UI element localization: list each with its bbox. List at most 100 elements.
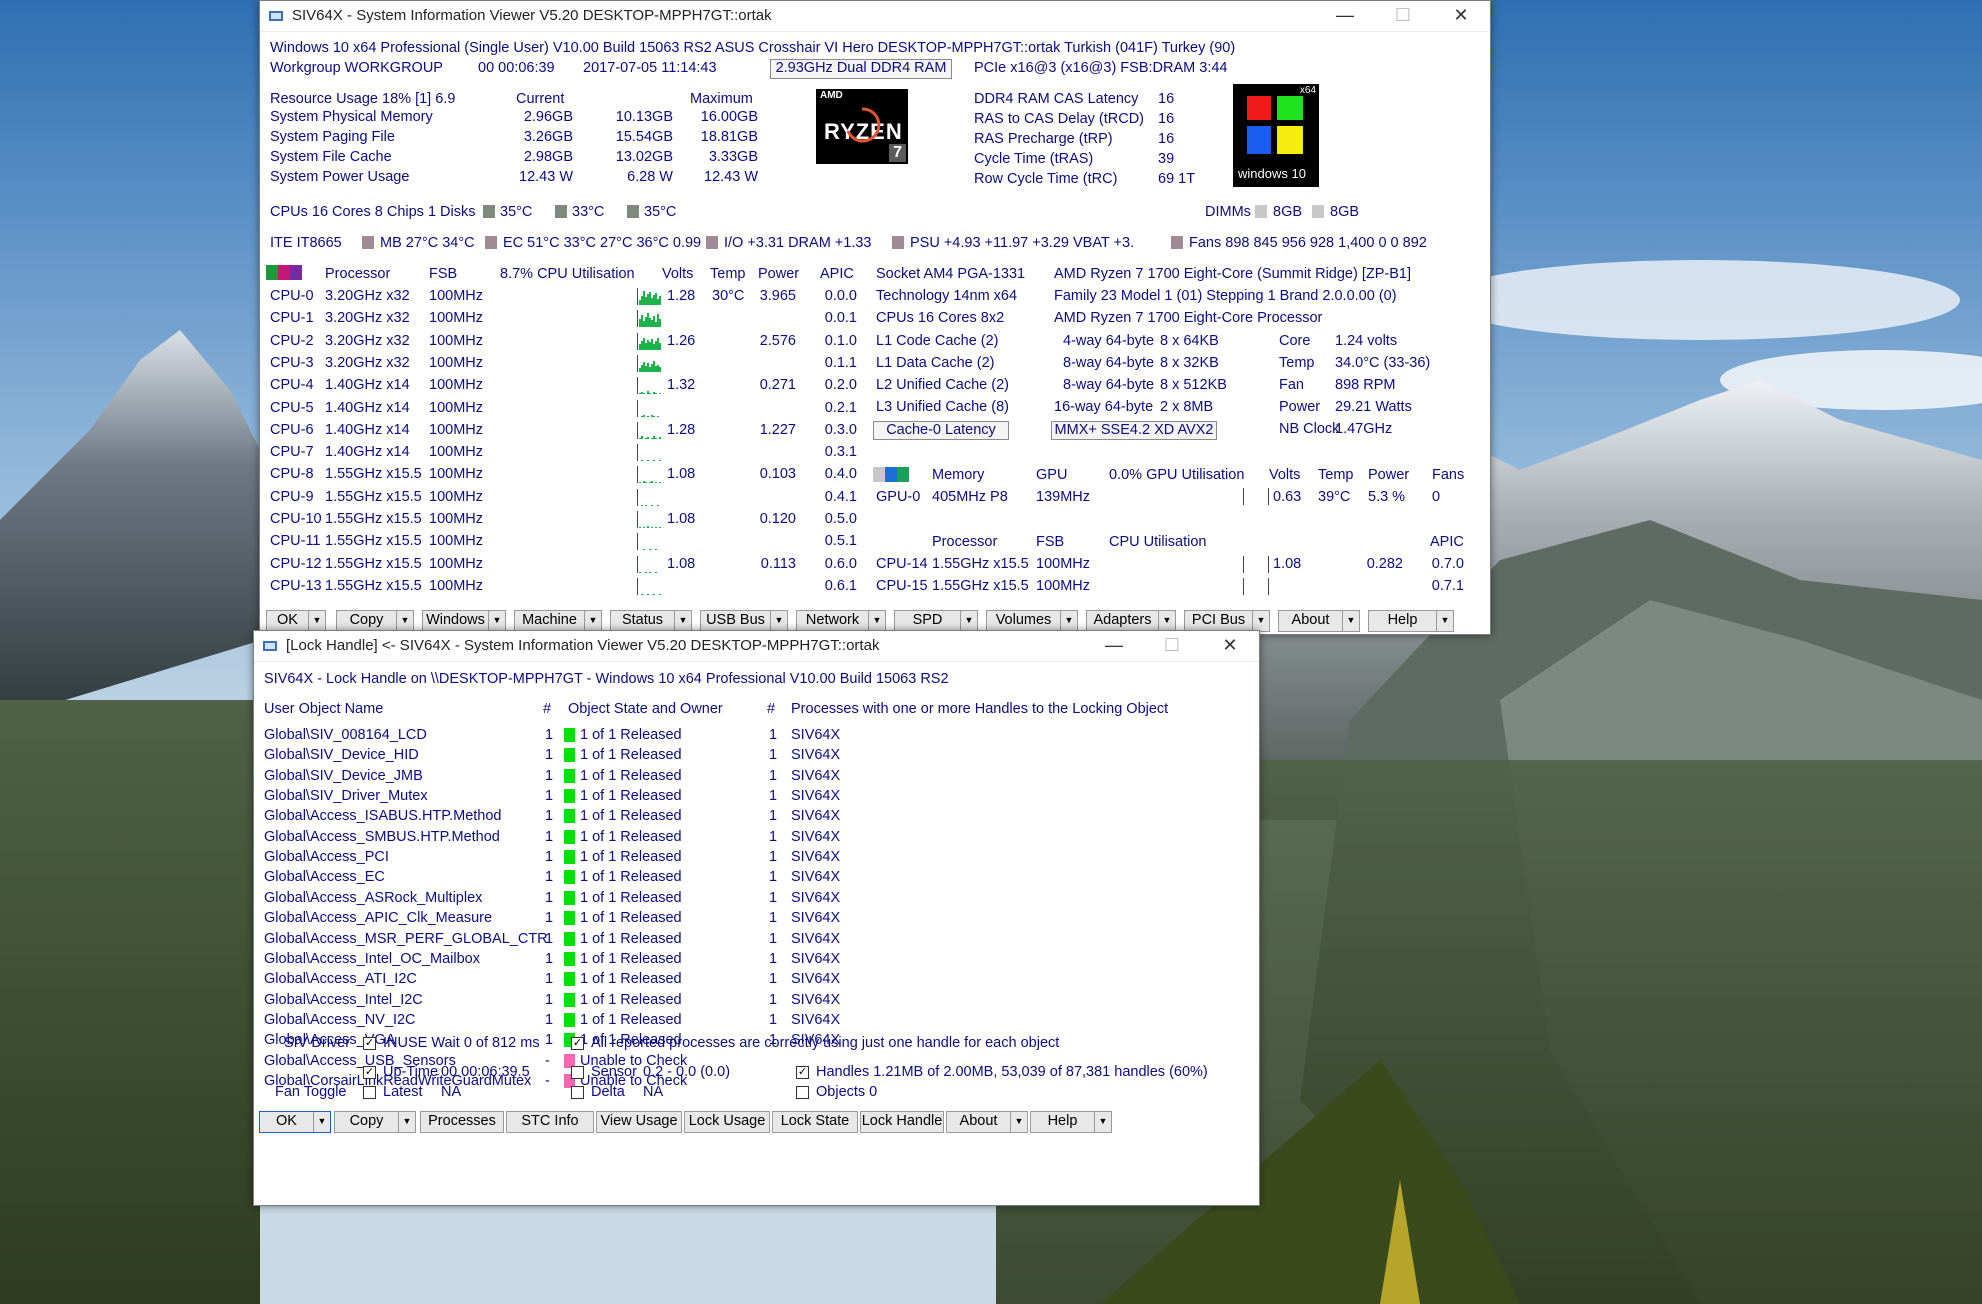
chevron-down-icon[interactable]: ▼	[396, 611, 413, 631]
gpu-col-gpu: GPU	[1036, 467, 1068, 483]
ryzen-brand: AMD	[820, 90, 843, 101]
lock-handle-window: [Lock Handle] <- SIV64X - System Informa…	[253, 630, 1260, 1206]
handles-checkbox[interactable]: ✓	[796, 1066, 809, 1079]
core-stat-name: Power	[1279, 399, 1321, 415]
status-button[interactable]: Status ▼	[610, 610, 692, 632]
help-button[interactable]: Help ▼	[1368, 610, 1454, 632]
ryzen-ring-icon	[846, 107, 881, 143]
latest-label: Latest	[383, 1084, 423, 1100]
chevron-down-icon[interactable]: ▼	[1158, 611, 1175, 631]
latest-checkbox[interactable]	[363, 1086, 376, 1099]
chevron-down-icon[interactable]: ▼	[1060, 611, 1077, 631]
maximize-button[interactable]: ☐	[1374, 1, 1432, 31]
resource-row-maximum: 12.43 W	[704, 169, 758, 185]
chevron-down-icon[interactable]: ▼	[770, 611, 787, 631]
lock-title-bar[interactable]: [Lock Handle] <- SIV64X - System Informa…	[254, 631, 1259, 662]
chevron-down-icon[interactable]: ▼	[313, 1112, 330, 1132]
cpu-row-apic: 0.0.0	[824, 288, 857, 304]
chevron-down-icon[interactable]: ▼	[584, 611, 601, 631]
lock-object-state: 1 of 1 Released	[580, 991, 682, 1008]
delta-checkbox[interactable]	[571, 1086, 584, 1099]
network-button[interactable]: Network ▼	[796, 610, 886, 632]
cpu-row-fsb: 100MHz	[429, 332, 483, 349]
cpu-row-fsb: 100MHz	[429, 444, 483, 461]
chevron-down-icon[interactable]: ▼	[398, 1112, 415, 1132]
lock-help-button[interactable]: Help ▼	[1030, 1111, 1112, 1133]
lock-about-button[interactable]: About ▼	[946, 1111, 1028, 1133]
lock-object-name: Global\Access_Intel_I2C	[264, 991, 423, 1008]
machine-button[interactable]: Machine ▼	[514, 610, 602, 632]
siv-main-window: SIV64X - System Information Viewer V5.20…	[259, 0, 1491, 635]
volumes-button[interactable]: Volumes ▼	[986, 610, 1078, 632]
uptime-checkbox[interactable]: ✓	[363, 1066, 376, 1079]
lock-object-state: 1 of 1 Released	[580, 808, 682, 825]
isa-extensions-button[interactable]: MMX+ SSE4.2 XD AVX2	[1051, 421, 1217, 440]
adapters-button[interactable]: Adapters ▼	[1086, 610, 1176, 632]
released-status-icon	[564, 1012, 575, 1027]
pci-bus-button[interactable]: PCI Bus ▼	[1184, 610, 1270, 632]
spd-button[interactable]: SPD ▼	[894, 610, 978, 632]
cpu-col-volts: Volts	[662, 266, 694, 282]
cache-associativity: 8-way 64-byte	[1063, 355, 1155, 371]
lock-object-state: 1 of 1 Released	[580, 930, 682, 947]
ok-button[interactable]: OK ▼	[266, 610, 326, 632]
chevron-down-icon[interactable]: ▼	[1436, 611, 1453, 631]
cpu-row-id: CPU-7	[270, 444, 314, 461]
close-button[interactable]: ✕	[1432, 1, 1490, 31]
copy-button[interactable]: Copy ▼	[336, 610, 414, 632]
inuse-checkbox[interactable]: ✓	[363, 1037, 376, 1050]
lock-process-name: SIV64X	[791, 930, 841, 947]
lock-process-name: SIV64X	[791, 788, 841, 805]
ram-info-button[interactable]: 2.93GHz Dual DDR4 RAM	[770, 59, 952, 79]
sensor-checkbox[interactable]	[571, 1066, 584, 1079]
chevron-down-icon[interactable]: ▼	[1342, 611, 1359, 631]
objects-checkbox[interactable]	[796, 1086, 809, 1099]
lock-lock-usage-button[interactable]: Lock Usage	[684, 1111, 770, 1133]
minimize-button[interactable]: —	[1316, 1, 1374, 31]
lock-processes-button[interactable]: Processes	[420, 1111, 504, 1133]
lock-minimize-button[interactable]: —	[1085, 631, 1143, 661]
cpu-row-apic: 0.4.1	[824, 488, 857, 505]
chevron-down-icon[interactable]: ▼	[308, 611, 325, 631]
chevron-down-icon[interactable]: ▼	[960, 611, 977, 631]
cpu-row-id: CPU-5	[270, 399, 314, 416]
cache-latency-button[interactable]: Cache-0 Latency	[873, 421, 1009, 440]
title-bar[interactable]: SIV64X - System Information Viewer V5.20…	[260, 1, 1490, 32]
win-logo-text: windows 10	[1238, 166, 1306, 181]
button-label: View Usage	[600, 1113, 678, 1129]
about-button[interactable]: About ▼	[1278, 610, 1360, 632]
cpu-row-apic: 0.2.1	[824, 399, 857, 416]
col-count: #	[543, 701, 552, 717]
cpu-load-bar	[659, 342, 661, 350]
lock-close-button[interactable]: ✕	[1201, 631, 1259, 661]
button-label: Lock State	[780, 1113, 850, 1129]
lock-process-name: SIV64X	[791, 849, 841, 866]
lock-lock-handle-button[interactable]: Lock Handle	[860, 1111, 944, 1133]
cpu-col-power: Power	[758, 266, 800, 282]
usb-bus-button[interactable]: USB Bus ▼	[700, 610, 788, 632]
fans-sensor: Fans 898 845 956 928 1,400 0 0 892	[1189, 235, 1427, 251]
cpu-row-apic: 0.0.1	[824, 310, 857, 327]
lock-ok-button[interactable]: OK ▼	[259, 1111, 331, 1133]
lock-stc-info-button[interactable]: STC Info	[506, 1111, 594, 1133]
windows-button[interactable]: Windows ▼	[422, 610, 506, 632]
chevron-down-icon[interactable]: ▼	[488, 611, 505, 631]
resource-current-header: Current	[516, 91, 565, 107]
chevron-down-icon[interactable]: ▼	[1252, 611, 1269, 631]
lock-maximize-button[interactable]: ☐	[1143, 631, 1201, 661]
cpu-row-id: CPU-8	[270, 466, 314, 483]
win-logo-red-tile	[1247, 96, 1271, 120]
lock-lock-state-button[interactable]: Lock State	[772, 1111, 858, 1133]
gpu-col-fans: Fans	[1432, 467, 1465, 483]
lock-object-state: 1 of 1 Released	[580, 971, 682, 988]
resource-row-name: System File Cache	[270, 149, 392, 165]
lock-view-usage-button[interactable]: View Usage	[596, 1111, 682, 1133]
chevron-down-icon[interactable]: ▼	[1094, 1112, 1111, 1132]
resource-row-maximum: 16.00GB	[700, 109, 758, 125]
chevron-down-icon[interactable]: ▼	[868, 611, 885, 631]
all-reported-checkbox[interactable]: ✓	[571, 1037, 584, 1050]
cpu-row-fsb: 100MHz	[429, 466, 483, 483]
chevron-down-icon[interactable]: ▼	[1010, 1112, 1027, 1132]
chevron-down-icon[interactable]: ▼	[674, 611, 691, 631]
lock-copy-button[interactable]: Copy ▼	[334, 1111, 416, 1133]
